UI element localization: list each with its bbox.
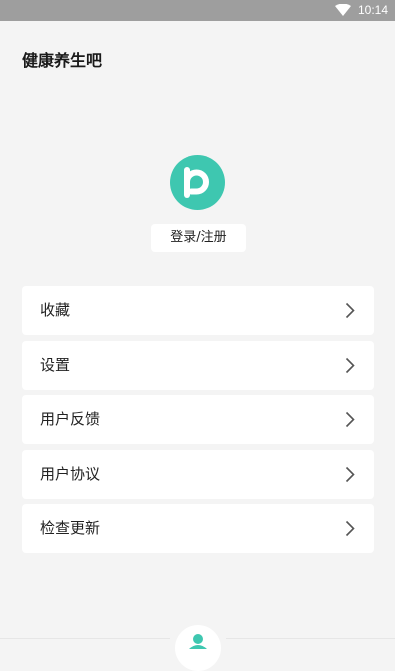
- chevron-right-icon: [345, 466, 355, 482]
- menu-item-settings[interactable]: 设置: [22, 340, 374, 390]
- menu-item-label: 检查更新: [40, 519, 101, 537]
- menu-item-label: 设置: [40, 355, 71, 374]
- avatar[interactable]: [170, 155, 225, 210]
- person-icon: [189, 634, 207, 649]
- menu-item-label: 收藏: [40, 301, 71, 319]
- bottom-nav-divider: [0, 638, 170, 639]
- status-time: 10:14: [357, 3, 388, 17]
- menu-item-check-update[interactable]: 检查更新: [22, 504, 374, 553]
- bottom-nav-profile-tab[interactable]: [175, 625, 221, 671]
- menu-item-user-agreement[interactable]: 用户协议: [22, 449, 374, 499]
- menu-item-feedback[interactable]: 用户反馈: [22, 395, 374, 444]
- chevron-right-icon: [345, 357, 355, 373]
- menu-item-label: 用户反馈: [40, 410, 101, 428]
- menu-item-favorites[interactable]: 收藏: [22, 286, 374, 335]
- page-title: 健康养生吧: [22, 51, 103, 70]
- app-logo-icon: [184, 167, 209, 198]
- bottom-nav-divider: [226, 638, 395, 639]
- wifi-icon: [335, 4, 351, 16]
- status-bar: 10:14: [0, 0, 395, 21]
- chevron-right-icon: [345, 411, 355, 428]
- login-register-button[interactable]: 登录/注册: [151, 224, 246, 252]
- chevron-right-icon: [345, 520, 355, 537]
- menu-item-label: 用户协议: [40, 464, 101, 483]
- chevron-right-icon: [345, 302, 355, 319]
- menu-list: 收藏 设置 用户反馈 用户协议 检查更新: [22, 286, 374, 559]
